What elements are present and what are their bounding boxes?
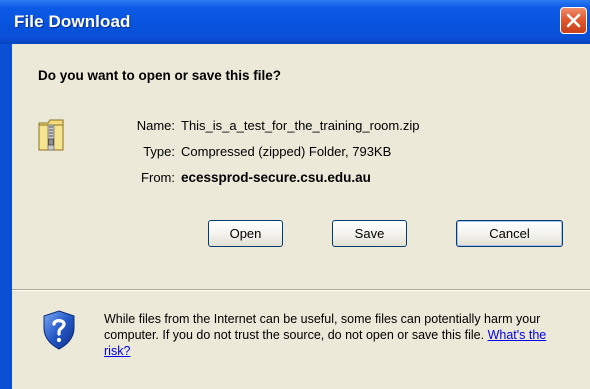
field-label: Name: [136,118,175,133]
close-icon [566,13,581,28]
file-from-row: From: ecessprod-secure.csu.edu.au [117,170,371,185]
security-warning: While files from the Internet can be use… [104,311,574,359]
file-name-value: This_is_a_test_for_the_training_room.zip [181,118,420,133]
field-label: From: [141,170,175,185]
shield-question-icon [43,310,75,350]
field-label: Type: [143,144,175,159]
save-button[interactable]: Save [332,220,407,247]
file-source-value: ecessprod-secure.csu.edu.au [181,170,371,185]
file-name-row: Name: This_is_a_test_for_the_training_roo… [117,118,420,133]
dialog-question: Do you want to open or save this file? [38,68,282,83]
file-type-value: Compressed (zipped) Folder, 793KB [181,144,392,159]
zip-folder-icon [38,119,64,151]
window-title: File Download [14,12,131,31]
dialog-body: Do you want to open or save this file? N… [12,44,590,389]
warning-text: While files from the Internet can be use… [104,312,541,342]
title-bar[interactable]: File Download [0,0,590,44]
close-button[interactable] [560,7,587,34]
file-download-dialog: File Download Do you want to open or sav… [0,0,590,389]
open-button[interactable]: Open [208,220,283,247]
cancel-button[interactable]: Cancel [456,220,563,247]
divider-highlight [12,290,590,291]
file-type-row: Type: Compressed (zipped) Folder, 793KB [117,144,391,159]
